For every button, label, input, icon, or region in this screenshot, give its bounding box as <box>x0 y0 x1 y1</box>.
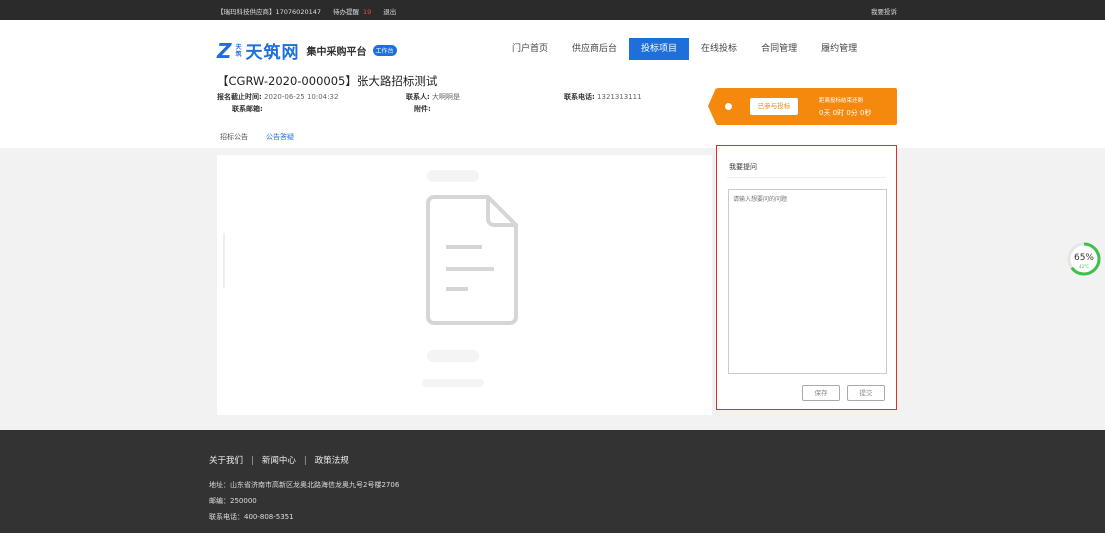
gauge-temp: 42°C <box>1079 264 1089 269</box>
logo-subtitle: 集中采购平台 <box>306 47 367 58</box>
workbench-tag: 工作台 <box>372 45 397 56</box>
nav-bid-projects[interactable]: 投标项目 <box>629 38 690 60</box>
countdown-value: 0天 0时 0分 0秒 <box>819 109 872 117</box>
nav-performance-management[interactable]: 履约管理 <box>809 38 869 60</box>
document-placeholder-icon <box>426 195 518 325</box>
save-button[interactable]: 保存 <box>802 385 840 401</box>
footer-links: 关于我们 | 新闻中心 | 政策法规 <box>209 456 349 466</box>
complaint-link[interactable]: 我要投诉 <box>871 6 897 16</box>
content-tabs: 招标公告 公告答疑 <box>217 132 297 149</box>
nav-supplier-backend[interactable]: 供应商后台 <box>560 38 629 60</box>
performance-gauge-widget[interactable]: 65% 42°C <box>1066 241 1102 277</box>
ask-question-title: 我要提问 <box>729 163 757 171</box>
deadline-row: 报名截止时间: 2020-06-25 10:04:32 <box>217 93 339 101</box>
footer-link-policy[interactable]: 政策法规 <box>315 456 349 466</box>
question-input[interactable] <box>728 189 887 374</box>
site-logo[interactable]: Z 天筑 天筑网 集中采购平台 工作台 <box>217 38 397 63</box>
supplier-name: 【瑞玛科技供应商】17076020147 <box>217 8 321 16</box>
footer: 关于我们 | 新闻中心 | 政策法规 地址：山东省济南市高新区龙奥北路海信龙奥九号2号楼… <box>0 430 1105 533</box>
tab-announcement-qa[interactable]: 公告答疑 <box>263 132 297 149</box>
gauge-percent: 65% <box>1074 253 1094 263</box>
footer-link-news[interactable]: 新闻中心 <box>262 456 296 466</box>
status-dot-icon <box>725 103 732 110</box>
reminder-link[interactable]: 待办提醒 19 <box>333 6 371 16</box>
tab-bid-announcement[interactable]: 招标公告 <box>217 132 251 149</box>
footer-address: 地址：山东省济南市高新区龙奥北路海信龙奥九号2号楼2706 <box>209 481 400 489</box>
bid-status-banner: 已参与投标 距离投标结束还剩 0天 0时 0分 0秒 <box>708 88 897 125</box>
nav-contract-management[interactable]: 合同管理 <box>749 38 809 60</box>
logo-brand: 天筑网 <box>245 43 300 63</box>
logout-link[interactable]: 退出 <box>383 6 396 16</box>
footer-phone: 联系电话：400-808-5351 <box>209 513 294 521</box>
phone-row: 联系电话: 1321313111 <box>564 93 642 101</box>
logo-small-text: 天筑 <box>235 43 242 58</box>
contact-row: 联系人: 大啊啊是 <box>406 93 461 101</box>
footer-link-about[interactable]: 关于我们 <box>209 456 243 466</box>
footer-postcode: 邮编：250000 <box>209 497 257 505</box>
logo-mark-icon: Z <box>217 38 232 63</box>
submit-button[interactable]: 提交 <box>847 385 885 401</box>
main-nav: 门户首页 供应商后台 投标项目 在线投标 合同管理 履约管理 <box>500 38 869 60</box>
attachment-label: 附件: <box>414 105 431 113</box>
nav-home[interactable]: 门户首页 <box>500 38 560 60</box>
nav-online-bidding[interactable]: 在线投标 <box>689 38 749 60</box>
reminder-count-badge: 19 <box>363 8 372 16</box>
email-label: 联系邮箱: <box>232 105 263 113</box>
divider <box>727 177 886 178</box>
ask-question-panel: 我要提问 保存 提交 <box>716 145 897 410</box>
top-bar: 【瑞玛科技供应商】17076020147 待办提醒 19 退出 我要投诉 <box>0 0 1105 20</box>
countdown-label: 距离投标结束还剩 <box>819 98 864 104</box>
project-title: 【CGRW-2020-000005】张大路招标测试 <box>217 74 438 88</box>
joined-bid-button[interactable]: 已参与投标 <box>750 98 798 115</box>
